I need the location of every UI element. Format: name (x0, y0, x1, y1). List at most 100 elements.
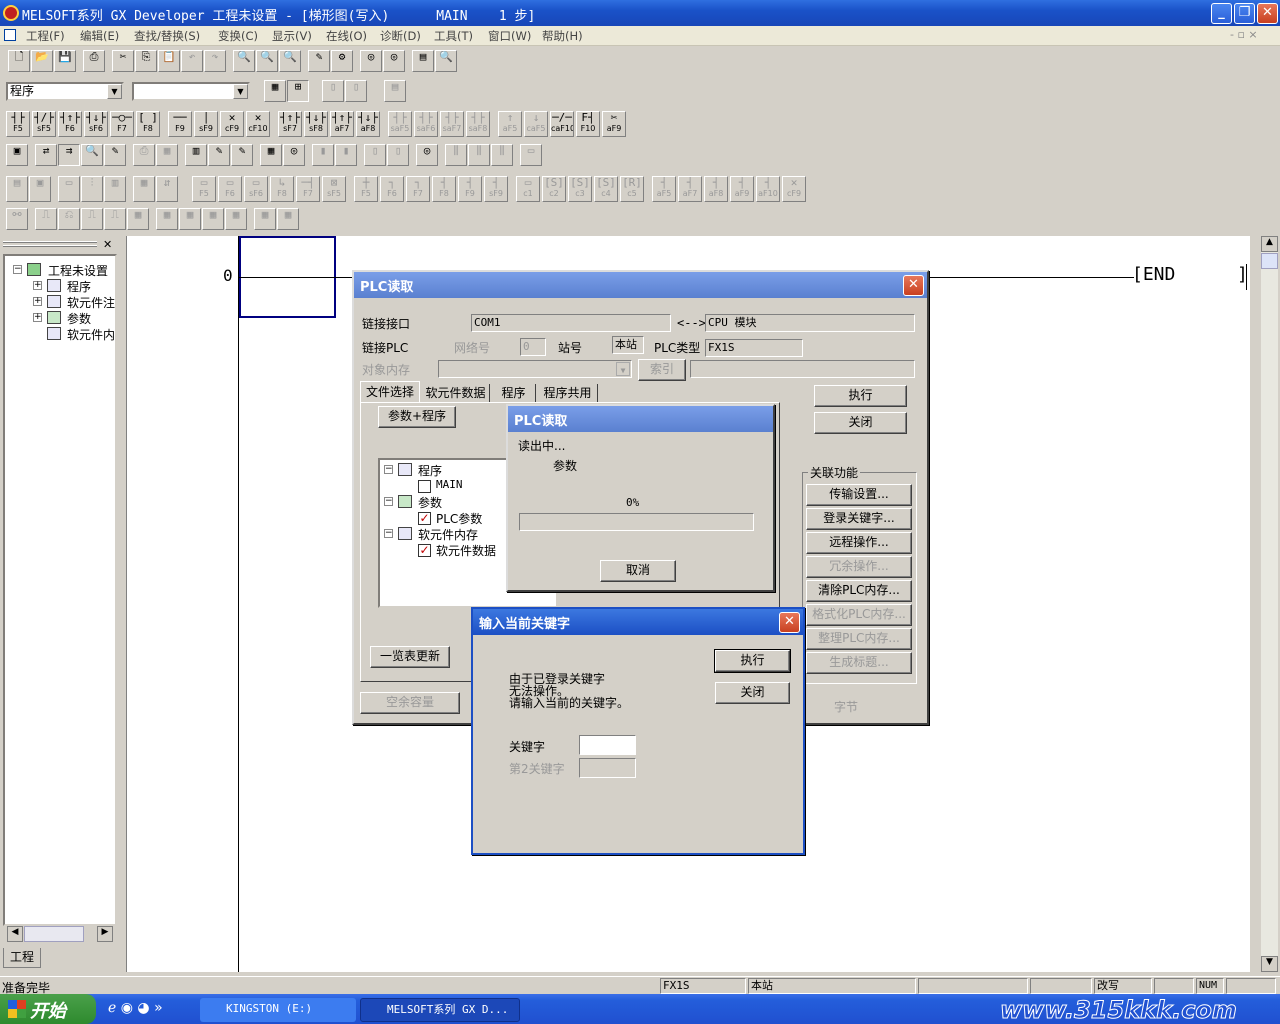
menu-view[interactable]: 显示(V) (272, 28, 312, 44)
menu-project[interactable]: 工程(F) (26, 28, 65, 44)
fkey-button[interactable]: ▭ F5 (192, 176, 216, 202)
tool-f-icon[interactable]: ⇉ (58, 144, 80, 166)
remote-operation-button[interactable]: 远程操作... (806, 532, 912, 554)
scroll-thumb[interactable] (1261, 253, 1278, 269)
station-field[interactable]: 本站 (612, 336, 644, 354)
tool-q-icon[interactable]: ▮ (335, 144, 357, 166)
vertical-scrollbar[interactable]: ▲ ▼ (1261, 236, 1278, 972)
plc-close-button[interactable]: 关闭 (814, 412, 907, 434)
menu-edit[interactable]: 编辑(E) (80, 28, 119, 44)
fkey-button[interactable]: ─○─ F7 (110, 111, 134, 137)
keyword-execute-button[interactable]: 执行 (714, 649, 791, 673)
tool-r-icon[interactable]: ▯ (364, 144, 386, 166)
task-gx-developer[interactable]: MELSOFT系列 GX D... (360, 998, 520, 1022)
sfc-tool-icon[interactable]: ⫶ (81, 176, 103, 202)
find-instruction-icon[interactable]: 🔍 (256, 50, 278, 72)
fkey-button[interactable]: F┤ F10 (576, 111, 600, 137)
save-icon[interactable]: 💾 (54, 50, 76, 72)
tab-device-data[interactable]: 软元件数据 (422, 384, 490, 403)
quicklaunch-icons[interactable]: ℯ ◉ ◕ » (108, 1000, 163, 1016)
fkey-button[interactable]: ┤├ F5 (6, 111, 30, 137)
read-plc-icon[interactable]: ⚙ (331, 50, 353, 72)
find-step-icon[interactable]: 🔍 (279, 50, 301, 72)
tool-d-icon[interactable]: ▣ (6, 144, 28, 166)
tree-item-device-comment[interactable]: 软元件注 (67, 294, 115, 311)
fkey-button[interactable]: ┐ F6 (380, 176, 404, 202)
fkey-button[interactable]: [R] c5 (620, 176, 644, 202)
panel-grip[interactable]: ✕ (3, 238, 117, 251)
expand-icon[interactable]: + (33, 281, 42, 290)
param-program-button[interactable]: 参数+程序 (378, 406, 456, 428)
tool-c-icon[interactable]: ▤ (384, 80, 406, 102)
tool-l-icon[interactable]: ✎ (208, 144, 230, 166)
menu-diagnostics[interactable]: 诊断(D) (380, 28, 421, 44)
collapse-icon[interactable]: − (13, 265, 22, 274)
tool-j-icon[interactable]: ▦ (156, 144, 178, 166)
menu-window[interactable]: 窗口(W) (488, 28, 531, 44)
close-icon[interactable]: ✕ (779, 612, 800, 633)
main-checkbox[interactable] (418, 480, 431, 493)
collapse-icon[interactable]: − (384, 465, 393, 474)
misc-tool-icon[interactable]: ▦ (202, 208, 224, 230)
fkey-button[interactable]: ─┤ F7 (296, 176, 320, 202)
tool-e-icon[interactable]: ⇄ (35, 144, 57, 166)
fkey-button[interactable]: ┤ sF9 (484, 176, 508, 202)
close-icon[interactable]: ✕ (903, 275, 924, 296)
keyword2-input[interactable] (579, 758, 636, 778)
close-window-button[interactable]: ✕ (1257, 3, 1278, 24)
fkey-button[interactable]: ┤ aF10 (756, 176, 780, 202)
format-plc-memory-button[interactable]: 格式化PLC内存... (806, 604, 912, 626)
fkey-button[interactable]: ↳ F8 (270, 176, 294, 202)
maximize-button[interactable]: ❐ (1234, 3, 1255, 24)
tree-root[interactable]: 工程未设置 (48, 262, 108, 279)
arrange-plc-memory-button[interactable]: 整理PLC内存... (806, 628, 912, 650)
index-field[interactable] (690, 360, 915, 378)
copy-icon[interactable]: ⎘ (135, 50, 157, 72)
misc-tool-icon[interactable]: ⚯ (6, 208, 28, 230)
sfc-tool-icon[interactable]: ▣ (29, 176, 51, 202)
fkey-button[interactable]: ┤├ saF7 (440, 111, 464, 137)
tree-item-device-memory[interactable]: 软元件内 (67, 326, 115, 343)
fkey-button[interactable]: ↑ aF5 (498, 111, 522, 137)
tab-project[interactable]: 工程 (3, 948, 41, 968)
cpu-module-field[interactable]: CPU 模块 (705, 314, 915, 332)
keyword-close-button[interactable]: 关闭 (715, 682, 790, 704)
fkey-button[interactable]: ┤ F8 (432, 176, 456, 202)
tree-item-program[interactable]: 程序 (67, 278, 91, 295)
scroll-left-icon[interactable]: ◀ (7, 926, 23, 942)
minimize-button[interactable]: _ (1211, 3, 1232, 24)
fkey-button[interactable]: [ ] F8 (136, 111, 160, 137)
fkey-button[interactable]: ┤↓├ sF8 (304, 111, 328, 137)
scroll-down-icon[interactable]: ▼ (1261, 956, 1278, 972)
tool-w-icon[interactable]: ⫼ (491, 144, 513, 166)
network-field[interactable]: 0 (520, 338, 546, 356)
plc-execute-button[interactable]: 执行 (814, 385, 907, 407)
transfer-setup-button[interactable]: 传输设置... (806, 484, 912, 506)
tool-b-icon[interactable]: ▯ (345, 80, 367, 102)
free-capacity-button[interactable]: 空余容量 (360, 692, 460, 714)
device-data-checkbox[interactable]: ✓ (418, 544, 431, 557)
misc-tool-icon[interactable]: ▦ (225, 208, 247, 230)
tab-program[interactable]: 程序 (492, 384, 536, 403)
tool-a-icon[interactable]: ▯ (322, 80, 344, 102)
misc-tool-icon[interactable]: ⎍ (104, 208, 126, 230)
tool-h-icon[interactable]: ✎ (104, 144, 126, 166)
tool-v-icon[interactable]: ⫼ (468, 144, 490, 166)
sfc-tool-icon[interactable]: ▤ (6, 176, 28, 202)
fkey-button[interactable]: ┤↑├ F6 (58, 111, 82, 137)
close-panel-icon[interactable]: ✕ (103, 238, 112, 251)
fkey-button[interactable]: ⊠ sF5 (322, 176, 346, 202)
scroll-right-icon[interactable]: ▶ (97, 926, 113, 942)
paste-icon[interactable]: 📋 (158, 50, 180, 72)
fkey-button[interactable]: ✂ aF9 (602, 111, 626, 137)
print-icon[interactable]: ⎙ (83, 50, 105, 72)
clear-plc-memory-button[interactable]: 清除PLC内存... (806, 580, 912, 602)
menu-convert[interactable]: 变换(C) (218, 28, 258, 44)
fkey-button[interactable]: ┼ F5 (354, 176, 378, 202)
fkey-button[interactable]: ✕ cF9 (220, 111, 244, 137)
new-icon[interactable]: 🗋 (8, 50, 30, 72)
write-plc-icon[interactable]: ✎ (308, 50, 330, 72)
monitor-stop-icon[interactable]: ◎ (383, 50, 405, 72)
sfc-tool-icon[interactable]: ⇵ (156, 176, 178, 202)
fkey-button[interactable]: │ sF9 (194, 111, 218, 137)
